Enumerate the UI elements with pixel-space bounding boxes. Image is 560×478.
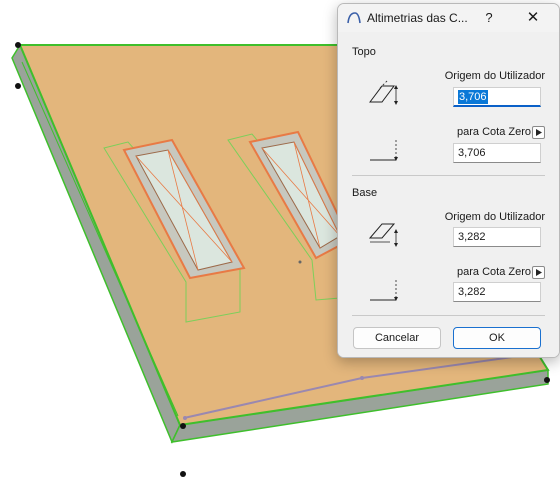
top-user-origin-diagram-icon xyxy=(369,79,398,105)
help-button[interactable]: ? xyxy=(478,8,500,28)
base-section-label: Base xyxy=(352,187,378,199)
top-zero-arrow-button[interactable] xyxy=(532,126,545,139)
base-zero-input[interactable]: 3,282 xyxy=(453,282,541,302)
cancel-button[interactable]: Cancelar xyxy=(353,327,441,349)
base-zero-label: para Cota Zero xyxy=(457,266,531,278)
close-button[interactable]: ✕ xyxy=(518,8,548,28)
top-zero-diagram-icon xyxy=(370,140,398,161)
base-zero-value[interactable]: 3,282 xyxy=(458,285,486,299)
dialog-title: Altimetrias das C... xyxy=(367,11,468,25)
play-arrow-icon xyxy=(536,129,542,136)
base-zero-diagram-icon xyxy=(370,280,398,301)
hotspot-small[interactable] xyxy=(360,376,364,380)
hotspot[interactable] xyxy=(15,42,21,48)
top-zero-label: para Cota Zero xyxy=(457,126,531,138)
play-arrow-icon xyxy=(536,269,542,276)
top-user-origin-label: Origem do Utilizador xyxy=(444,70,545,82)
top-user-origin-input[interactable]: 3,706 xyxy=(453,87,541,107)
top-user-origin-value[interactable]: 3,706 xyxy=(458,90,488,104)
footer-divider xyxy=(352,315,545,316)
hotspot[interactable] xyxy=(15,83,21,89)
roof-tool-icon xyxy=(347,12,361,24)
dialog-content: Topo Origem do Utilizador 3,706 para Cot… xyxy=(338,32,559,357)
top-zero-value[interactable]: 3,706 xyxy=(458,146,486,160)
hotspot[interactable] xyxy=(544,377,550,383)
base-user-origin-input[interactable]: 3,282 xyxy=(453,227,541,247)
base-user-origin-value[interactable]: 3,282 xyxy=(458,230,486,244)
base-user-origin-diagram-icon xyxy=(368,223,398,247)
base-user-origin-label: Origem do Utilizador xyxy=(444,211,545,223)
top-zero-input[interactable]: 3,706 xyxy=(453,143,541,163)
top-section-label: Topo xyxy=(352,46,376,58)
hotspot-small[interactable] xyxy=(183,416,187,420)
hotspot[interactable] xyxy=(180,423,186,429)
elevation-dialog: Altimetrias das C... ? ✕ Topo Origem do … xyxy=(337,3,560,358)
base-zero-arrow-button[interactable] xyxy=(532,266,545,279)
ok-button[interactable]: OK xyxy=(453,327,541,349)
hotspot[interactable] xyxy=(180,471,186,477)
hotspot-small[interactable] xyxy=(298,260,302,264)
section-divider xyxy=(352,175,545,176)
dialog-titlebar[interactable]: Altimetrias das C... ? ✕ xyxy=(338,4,559,32)
